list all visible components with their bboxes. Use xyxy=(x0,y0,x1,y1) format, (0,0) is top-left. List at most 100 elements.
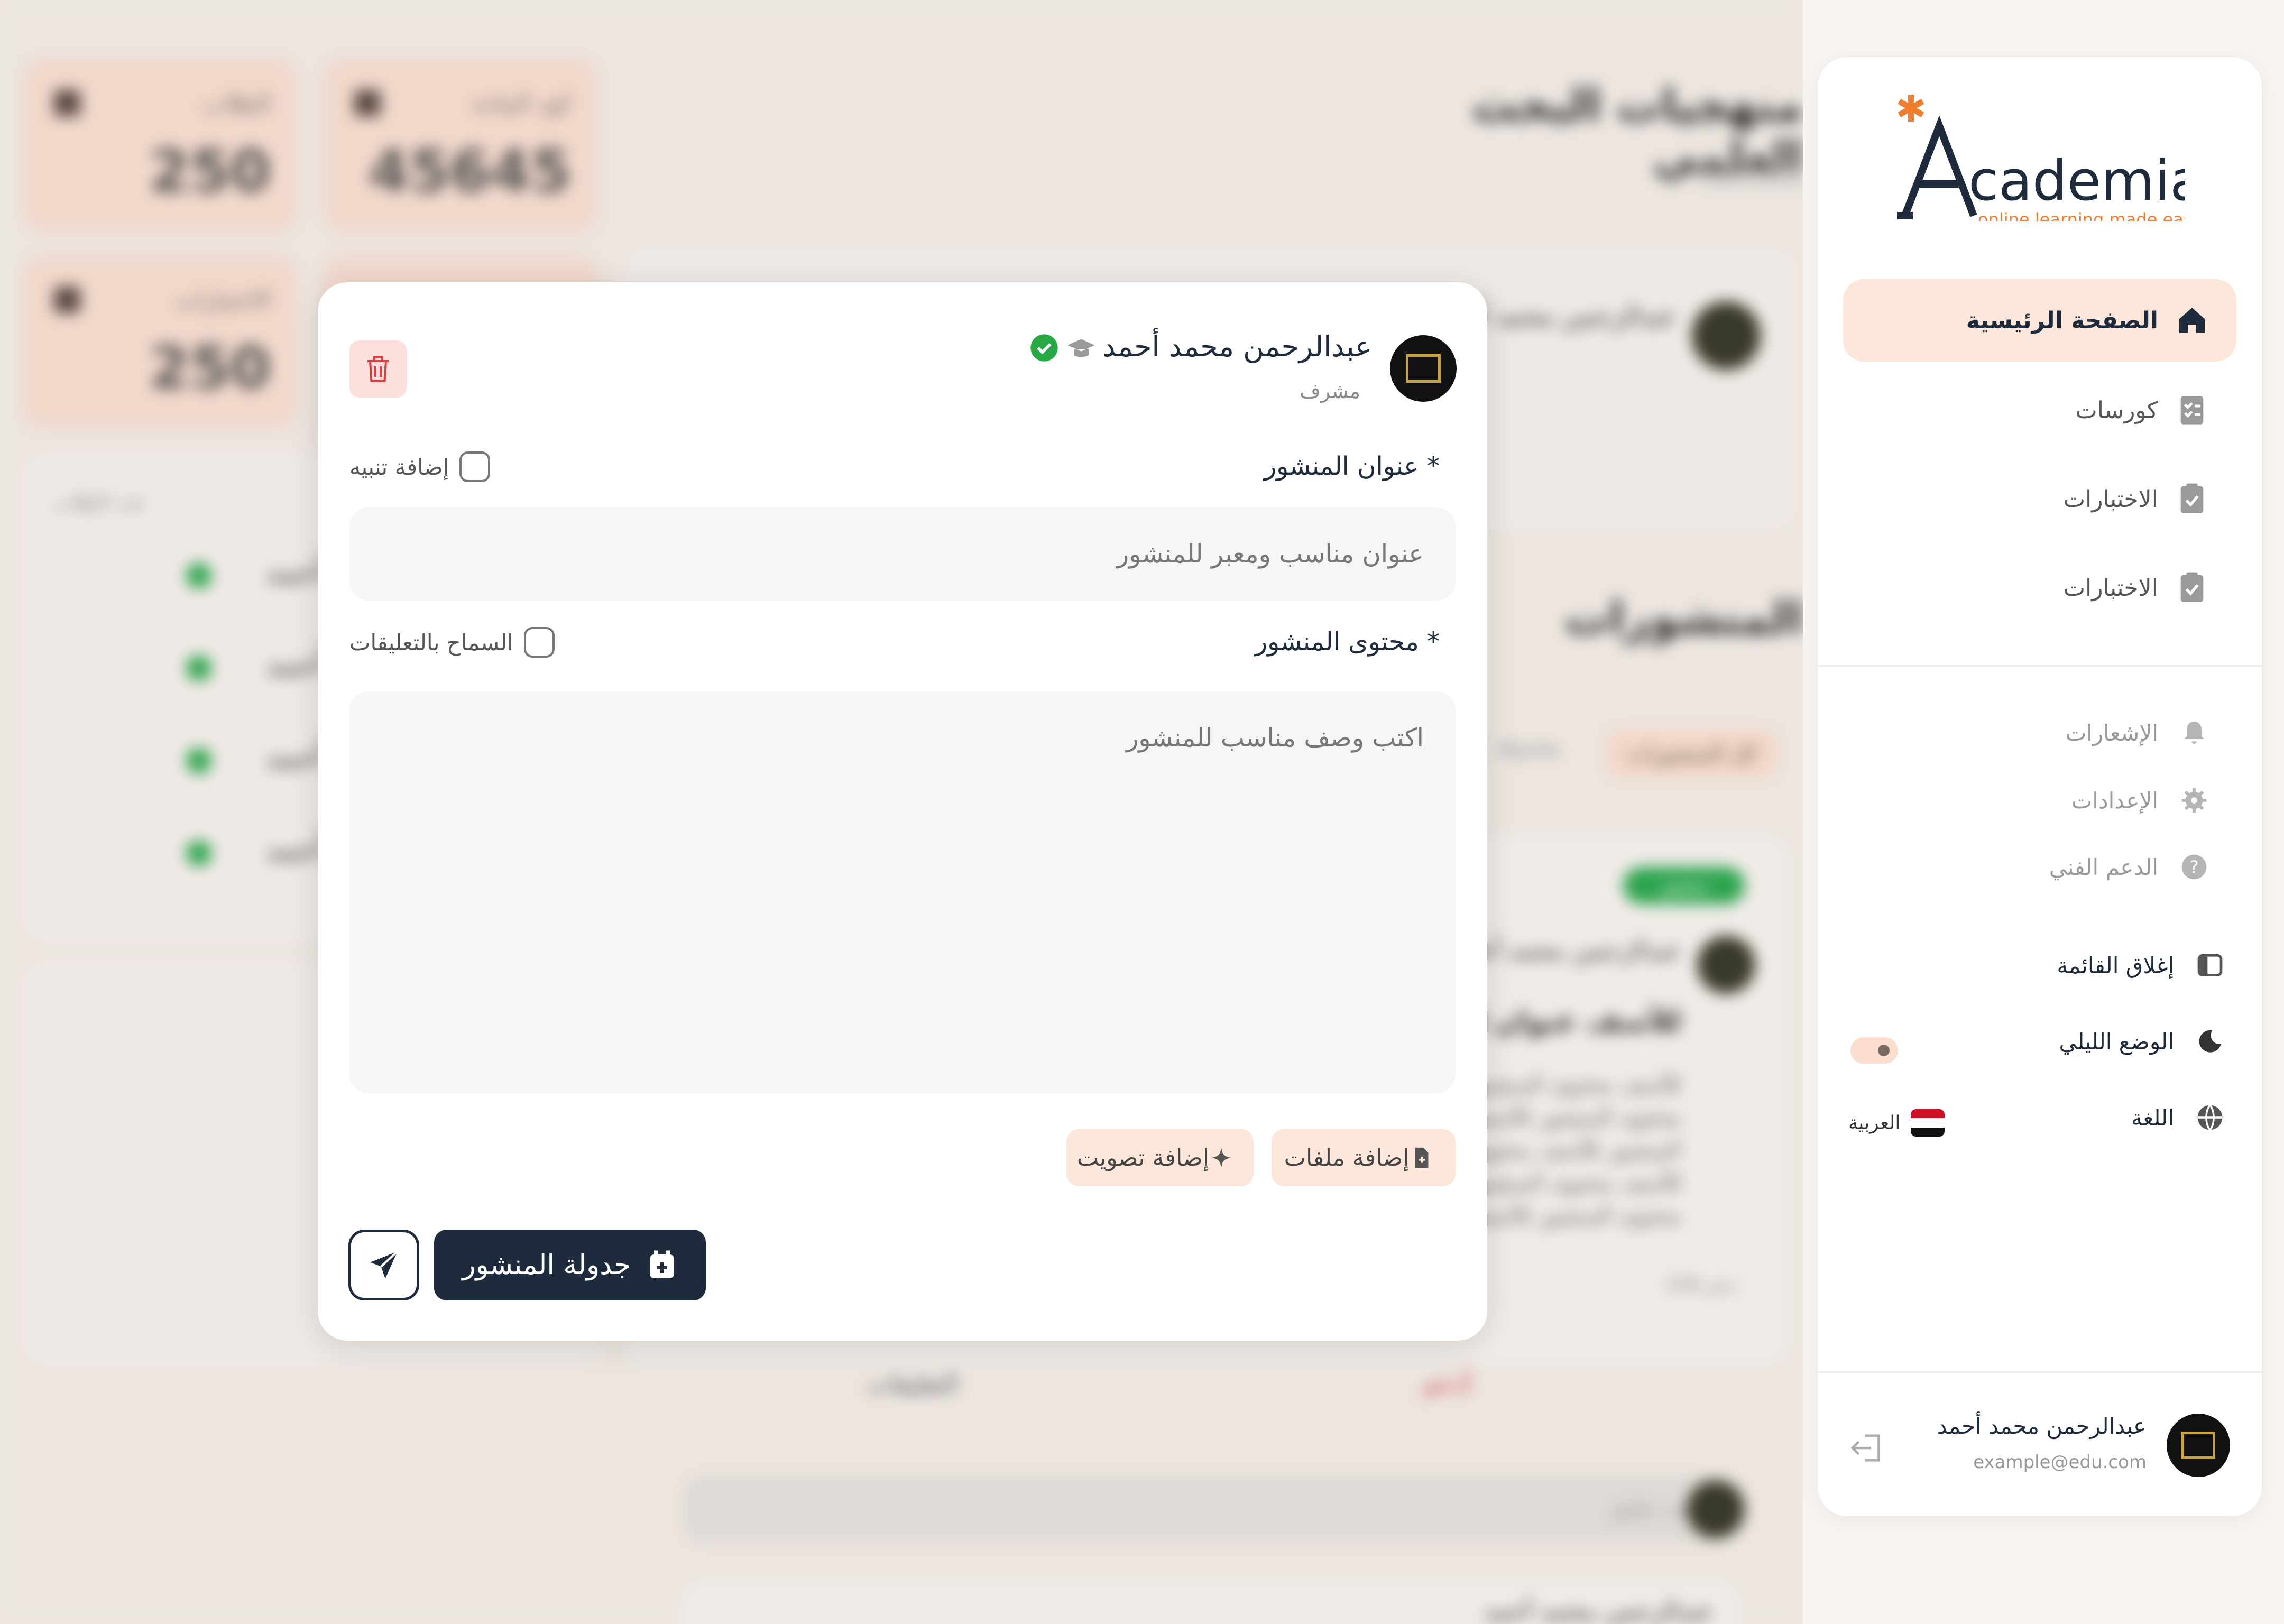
add-files-button[interactable]: إضافة ملفات xyxy=(1272,1129,1456,1186)
sidebar-item-label: الإشعارات xyxy=(2065,719,2158,746)
comments-label: التعليقات xyxy=(867,1369,959,1398)
egypt-flag-icon xyxy=(1911,1109,1945,1137)
allow-comments-label: السماح بالتعليقات xyxy=(349,629,513,656)
language-row: اللغة xyxy=(2131,1103,2225,1132)
language-value: العربية xyxy=(1848,1112,1901,1134)
sidebar-divider xyxy=(1818,665,2262,667)
exams-icon xyxy=(54,287,80,313)
send-icon xyxy=(370,1250,399,1279)
stat-card-exams: الاختبارات 250 xyxy=(22,255,297,429)
sidebar-item-label: كورسات xyxy=(2075,396,2158,424)
bell-icon xyxy=(2184,722,2204,744)
allow-comments-checkbox[interactable]: السماح بالتعليقات xyxy=(349,627,555,658)
sidebar-collapse-icon xyxy=(2197,954,2223,976)
post-content-textarea[interactable] xyxy=(349,691,1456,1093)
checkbox-box[interactable] xyxy=(523,627,555,658)
student-name: أحمد xyxy=(265,833,325,867)
svg-text:cademia: cademia xyxy=(1968,149,2185,213)
logout-icon[interactable] xyxy=(1849,1429,1886,1466)
author-avatar xyxy=(1390,335,1457,402)
add-poll-label: إضافة تصويت xyxy=(1076,1144,1210,1171)
code-icon xyxy=(354,90,381,116)
language-label: اللغة xyxy=(2131,1104,2174,1131)
sidebar-item-notifications[interactable]: الإشعارات xyxy=(2066,718,2209,748)
language-selector[interactable]: العربية xyxy=(1848,1109,1945,1137)
sidebar: ✱ cademia online learning made easy الصف… xyxy=(1818,57,2262,1516)
post-title-input[interactable] xyxy=(349,508,1456,601)
sidebar-item-label: الاختبارات xyxy=(2063,574,2158,602)
file-add-icon xyxy=(1415,1147,1429,1168)
sidebar-item-settings[interactable]: الإعدادات xyxy=(2071,786,2209,815)
user-email: example@edu.com xyxy=(1973,1452,2147,1473)
help-icon: ? xyxy=(2181,854,2207,880)
trash-icon xyxy=(367,356,389,382)
student-name: أحمد xyxy=(265,648,325,682)
stat-value: 250 xyxy=(149,334,271,402)
sidebar-item-label: الاختبارات xyxy=(2063,485,2158,513)
verified-badge-icon xyxy=(1030,334,1058,362)
svg-text:✱: ✱ xyxy=(1895,89,1927,131)
add-poll-button[interactable]: إضافة تصويت xyxy=(1066,1129,1254,1186)
sidebar-item-label: الدعم الفني xyxy=(2049,854,2158,880)
add-alert-checkbox[interactable]: إضافة تنبيه xyxy=(349,451,491,482)
sidebar-item-courses[interactable]: كورسات xyxy=(1843,369,2236,451)
author-name: عبدالرحمن محمد أحمد xyxy=(1102,330,1372,363)
student-name: أحمد xyxy=(265,555,325,589)
svg-text:online learning made easy: online learning made easy xyxy=(1978,209,2185,221)
stat-card-students: الطلاب 250 xyxy=(22,58,297,233)
comment-input-bg: اكتب تعليق xyxy=(682,1475,1729,1544)
sidebar-item-home[interactable]: الصفحة الرئيسية xyxy=(1843,279,2236,362)
academia-logo: ✱ cademia online learning made easy xyxy=(1895,89,2185,221)
sparkle-icon xyxy=(1211,1147,1232,1168)
add-files-label: إضافة ملفات xyxy=(1284,1144,1410,1171)
collapse-label: إغلاق القائمة xyxy=(2057,952,2174,979)
filter-tab-scheduled: مجدولة xyxy=(1496,735,1561,759)
stat-label: الاختبارات xyxy=(176,287,271,313)
user-avatar xyxy=(2167,1414,2230,1477)
filter-tab-all: كل المنشورات xyxy=(1607,730,1776,777)
post-title-label: عنوان المنشور * xyxy=(1264,451,1440,481)
stat-label: الطلاب xyxy=(202,90,271,117)
posts-section-title: المنشورات xyxy=(1564,592,1803,644)
sidebar-divider xyxy=(1818,1371,2262,1373)
support-label: أدعم xyxy=(1422,1369,1471,1398)
sidebar-item-label: الصفحة الرئيسية xyxy=(1966,307,2158,334)
course-code: IS1545 xyxy=(1700,159,1803,193)
collapse-menu-button[interactable]: إغلاق القائمة xyxy=(2057,951,2225,980)
author-role: مشرف xyxy=(1300,380,1360,403)
students-icon xyxy=(54,90,80,116)
student-name: أحمد xyxy=(265,740,325,774)
stat-card-course-code: كود المادة 45645 xyxy=(323,58,597,233)
globe-icon xyxy=(2197,1104,2223,1131)
delete-button[interactable] xyxy=(349,340,407,398)
user-name: عبدالرحمن محمد أحمد xyxy=(1937,1413,2147,1439)
schedule-post-button[interactable]: جدولة المنشور xyxy=(434,1230,706,1300)
sidebar-item-support[interactable]: الدعم الفني ? xyxy=(2049,852,2209,882)
dark-mode-row: الوضع الليلي xyxy=(2059,1027,2225,1056)
sidebar-item-exams[interactable]: الاختبارات xyxy=(1843,458,2236,540)
create-post-modal: عبدالرحمن محمد أحمد مشرف عنوان المنشور *… xyxy=(318,282,1487,1341)
post-likes: 156 دعم xyxy=(1664,1274,1739,1296)
checklist-icon xyxy=(2180,396,2204,425)
post-content-label: محتوى المنشور * xyxy=(1255,627,1440,657)
svg-text:?: ? xyxy=(2189,857,2198,878)
checkbox-box[interactable] xyxy=(459,451,491,482)
post-body: للأسف محتوى المنشور محتوى المنشور للأسف ال… xyxy=(1469,1071,1681,1228)
moon-icon xyxy=(2199,1030,2221,1053)
home-icon xyxy=(2179,308,2205,333)
app-root: الطلاب 250 كود المادة 45645 الاختبارات 2… xyxy=(0,0,2284,1624)
clipboard-check-icon xyxy=(2180,572,2204,602)
post-badge: منشور xyxy=(1623,867,1745,904)
publish-button[interactable] xyxy=(348,1230,419,1300)
stat-value: 250 xyxy=(149,137,271,205)
students-header: عدد الطلاب xyxy=(54,492,146,513)
schedule-label: جدولة المنشور xyxy=(462,1249,631,1281)
dark-mode-label: الوضع الليلي xyxy=(2059,1028,2175,1055)
reply-card: عبدالرحمن محمد أحمد xyxy=(682,1581,1739,1624)
dark-mode-toggle[interactable] xyxy=(1850,1037,1898,1064)
gear-icon xyxy=(2181,788,2207,813)
stat-label: كود المادة xyxy=(473,90,571,117)
calendar-add-icon xyxy=(650,1250,674,1278)
sidebar-item-exams-2[interactable]: الاختبارات xyxy=(1843,547,2236,629)
stat-value: 45645 xyxy=(369,137,571,205)
